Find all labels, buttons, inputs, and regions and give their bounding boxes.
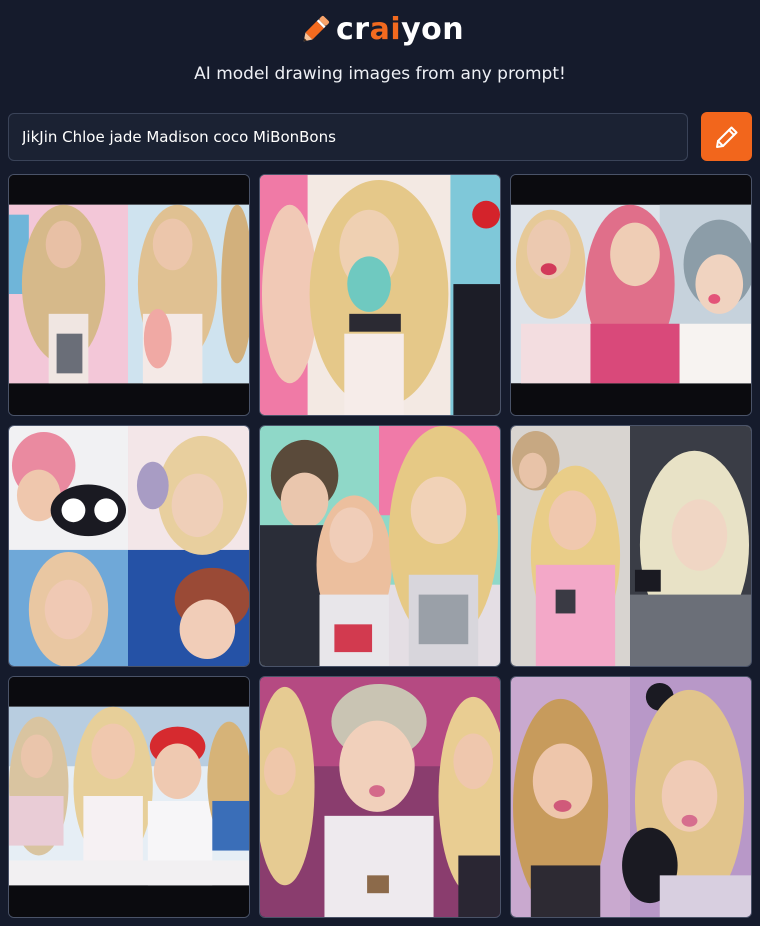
generated-image-2[interactable] xyxy=(259,174,501,416)
pencil-icon xyxy=(715,126,737,148)
tagline: AI model drawing images from any prompt! xyxy=(194,64,566,84)
header: craiyon AI model drawing images from any… xyxy=(0,0,760,110)
logo-text-prefix: cr xyxy=(336,12,370,47)
image-grid xyxy=(8,174,752,918)
generated-image-5[interactable] xyxy=(259,425,501,667)
generated-image-6[interactable] xyxy=(510,425,752,667)
pencil-logo-icon xyxy=(303,15,330,42)
prompt-input[interactable] xyxy=(8,113,688,161)
logo-text-accent: ai xyxy=(369,12,402,47)
craiyon-logo[interactable]: craiyon xyxy=(298,10,464,50)
generated-image-1[interactable] xyxy=(8,174,250,416)
generated-image-9[interactable] xyxy=(510,676,752,918)
generated-image-4[interactable] xyxy=(8,425,250,667)
generated-image-7[interactable] xyxy=(8,676,250,918)
generated-image-3[interactable] xyxy=(510,174,752,416)
logo-text-suffix: yon xyxy=(401,12,465,47)
generated-image-8[interactable] xyxy=(259,676,501,918)
draw-button[interactable] xyxy=(701,112,752,161)
